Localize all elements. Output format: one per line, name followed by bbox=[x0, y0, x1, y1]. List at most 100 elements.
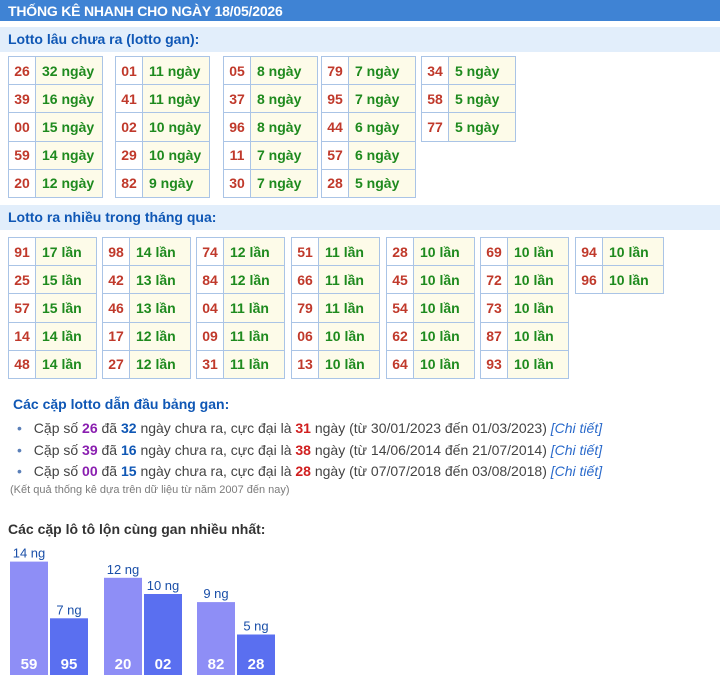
lotto-number: 51 bbox=[291, 236, 319, 267]
table-row: 45 10 lần bbox=[386, 265, 475, 295]
max-days: 31 bbox=[295, 420, 311, 436]
lotto-count: 12 lần bbox=[129, 321, 191, 351]
lotto-number: 69 bbox=[480, 236, 508, 267]
lotto-count: 32 ngày bbox=[35, 55, 103, 86]
lotto-count: 5 ngày bbox=[448, 55, 516, 86]
pair-number: 39 bbox=[82, 441, 98, 458]
lotto-count: 13 lần bbox=[129, 293, 191, 323]
lotto-count: 11 lần bbox=[223, 349, 285, 379]
lotto-count: 11 lần bbox=[223, 321, 285, 351]
lotto-number: 30 bbox=[223, 168, 251, 198]
table-row: 93 10 lần bbox=[480, 349, 569, 379]
lotto-count: 17 lần bbox=[35, 236, 97, 267]
lotto-count: 10 lần bbox=[413, 236, 475, 267]
table-row: 58 5 ngày bbox=[421, 84, 516, 114]
table-row: 82 9 ngày bbox=[115, 168, 210, 198]
lotto-count: 6 ngày bbox=[348, 140, 416, 170]
gan-section-title: Lotto lâu chưa ra (lotto gan): bbox=[0, 27, 720, 52]
lotto-count: 5 ngày bbox=[448, 112, 516, 142]
lotto-number: 98 bbox=[102, 236, 130, 267]
lotto-count: 14 ngày bbox=[35, 140, 103, 170]
current-days: 16 bbox=[120, 441, 137, 458]
lotto-count: 7 ngày bbox=[250, 168, 318, 198]
pair-number: 00 bbox=[82, 463, 98, 479]
lotto-number: 39 bbox=[8, 84, 36, 114]
table-row: 04 11 lần bbox=[196, 293, 285, 323]
lotto-count: 15 lần bbox=[35, 265, 97, 295]
table-row: 05 8 ngày bbox=[223, 55, 318, 86]
lotto-number: 11 bbox=[223, 140, 251, 170]
lotto-count: 10 lần bbox=[507, 293, 569, 323]
lotto-number: 96 bbox=[575, 265, 603, 295]
lotto-number: 84 bbox=[196, 265, 224, 295]
lotto-number: 57 bbox=[8, 293, 36, 323]
lotto-number: 95 bbox=[321, 84, 349, 114]
current-days: 15 bbox=[120, 463, 137, 479]
current-days: 32 bbox=[120, 420, 137, 436]
lotto-number: 62 bbox=[386, 321, 414, 351]
lotto-number: 59 bbox=[8, 140, 36, 170]
table-row: 64 10 lần bbox=[386, 349, 475, 379]
lotto-count: 12 lần bbox=[223, 236, 285, 267]
freq-table: 91 17 lần 25 15 lần 57 15 lần 14 14 lần 48 14 lần bbox=[8, 236, 97, 379]
lotto-number: 25 bbox=[8, 265, 36, 295]
lotto-count: 10 lần bbox=[318, 321, 380, 351]
table-row: 06 10 lần bbox=[291, 321, 380, 351]
freq-table: 28 10 lần 45 10 lần 54 10 lần 62 10 lần 64 10 lần bbox=[386, 236, 475, 379]
table-row: 34 5 ngày bbox=[421, 55, 516, 86]
table-row: 37 8 ngày bbox=[223, 84, 318, 114]
table-row: 48 14 lần bbox=[8, 349, 97, 379]
lotto-count: 12 lần bbox=[129, 349, 191, 379]
lotto-number: 72 bbox=[480, 265, 508, 295]
lotto-count: 7 ngày bbox=[348, 84, 416, 114]
lotto-count: 15 ngày bbox=[35, 112, 103, 142]
table-row: 54 10 lần bbox=[386, 293, 475, 323]
detail-link[interactable]: [Chi tiết] bbox=[551, 463, 602, 479]
lotto-number: 94 bbox=[575, 236, 603, 267]
lotto-number: 44 bbox=[321, 112, 349, 142]
lotto-count: 9 ngày bbox=[142, 168, 210, 198]
table-row: 28 5 ngày bbox=[321, 168, 416, 198]
lotto-number: 79 bbox=[291, 293, 319, 323]
freq-table: 74 12 lần 84 12 lần 04 11 lần 09 11 lần 31 11 lần bbox=[196, 236, 285, 379]
detail-link[interactable]: [Chi tiết] bbox=[551, 442, 602, 458]
table-row: 31 11 lần bbox=[196, 349, 285, 379]
lotto-count: 6 ngày bbox=[348, 112, 416, 142]
lotto-number: 54 bbox=[386, 293, 414, 323]
lotto-count: 11 lần bbox=[223, 293, 285, 323]
lotto-number: 00 bbox=[8, 112, 36, 142]
table-row: 29 10 ngày bbox=[115, 140, 210, 170]
table-row: 51 11 lần bbox=[291, 236, 380, 267]
bar-category-label: 82 bbox=[208, 656, 225, 673]
lotto-number: 45 bbox=[386, 265, 414, 295]
lotto-count: 10 lần bbox=[507, 321, 569, 351]
lotto-number: 02 bbox=[115, 112, 143, 142]
table-row: 79 11 lần bbox=[291, 293, 380, 323]
table-row: 39 16 ngày bbox=[8, 84, 103, 114]
table-row: 66 11 lần bbox=[291, 265, 380, 295]
detail-link[interactable]: [Chi tiết] bbox=[551, 420, 602, 436]
bar-value-label: 10 ng bbox=[147, 578, 180, 593]
lotto-count: 16 ngày bbox=[35, 84, 103, 114]
table-row: 09 11 lần bbox=[196, 321, 285, 351]
lotto-number: 14 bbox=[8, 321, 36, 351]
pair-bar-chart: 14 ng 59 7 ng 95 12 ng 20 10 ng 02 9 ng 82 5 ng 28 bbox=[10, 546, 275, 675]
table-row: 44 6 ngày bbox=[321, 112, 416, 142]
pairs-title: Các cặp lotto dẫn đầu bảng gan: bbox=[13, 396, 230, 412]
table-row: 20 12 ngày bbox=[8, 168, 103, 198]
lotto-number: 79 bbox=[321, 55, 349, 86]
lotto-count: 10 lần bbox=[602, 236, 664, 267]
lotto-number: 05 bbox=[223, 55, 251, 86]
table-row: 11 7 ngày bbox=[223, 140, 318, 170]
bar-value-label: 12 ng bbox=[107, 562, 140, 577]
lotto-number: 28 bbox=[386, 236, 414, 267]
chart-title: Các cặp lô tô lộn cùng gan nhiều nhất: bbox=[8, 521, 266, 537]
lotto-count: 11 lần bbox=[318, 265, 380, 295]
lotto-count: 8 ngày bbox=[250, 55, 318, 86]
data-source-note: (Kết quả thống kê dựa trên dữ liệu từ nă… bbox=[10, 484, 290, 496]
lotto-count: 8 ngày bbox=[250, 112, 318, 142]
table-row: 98 14 lần bbox=[102, 236, 191, 267]
bar-category-label: 02 bbox=[155, 656, 172, 673]
table-row: 73 10 lần bbox=[480, 293, 569, 323]
lotto-count: 10 lần bbox=[507, 349, 569, 379]
